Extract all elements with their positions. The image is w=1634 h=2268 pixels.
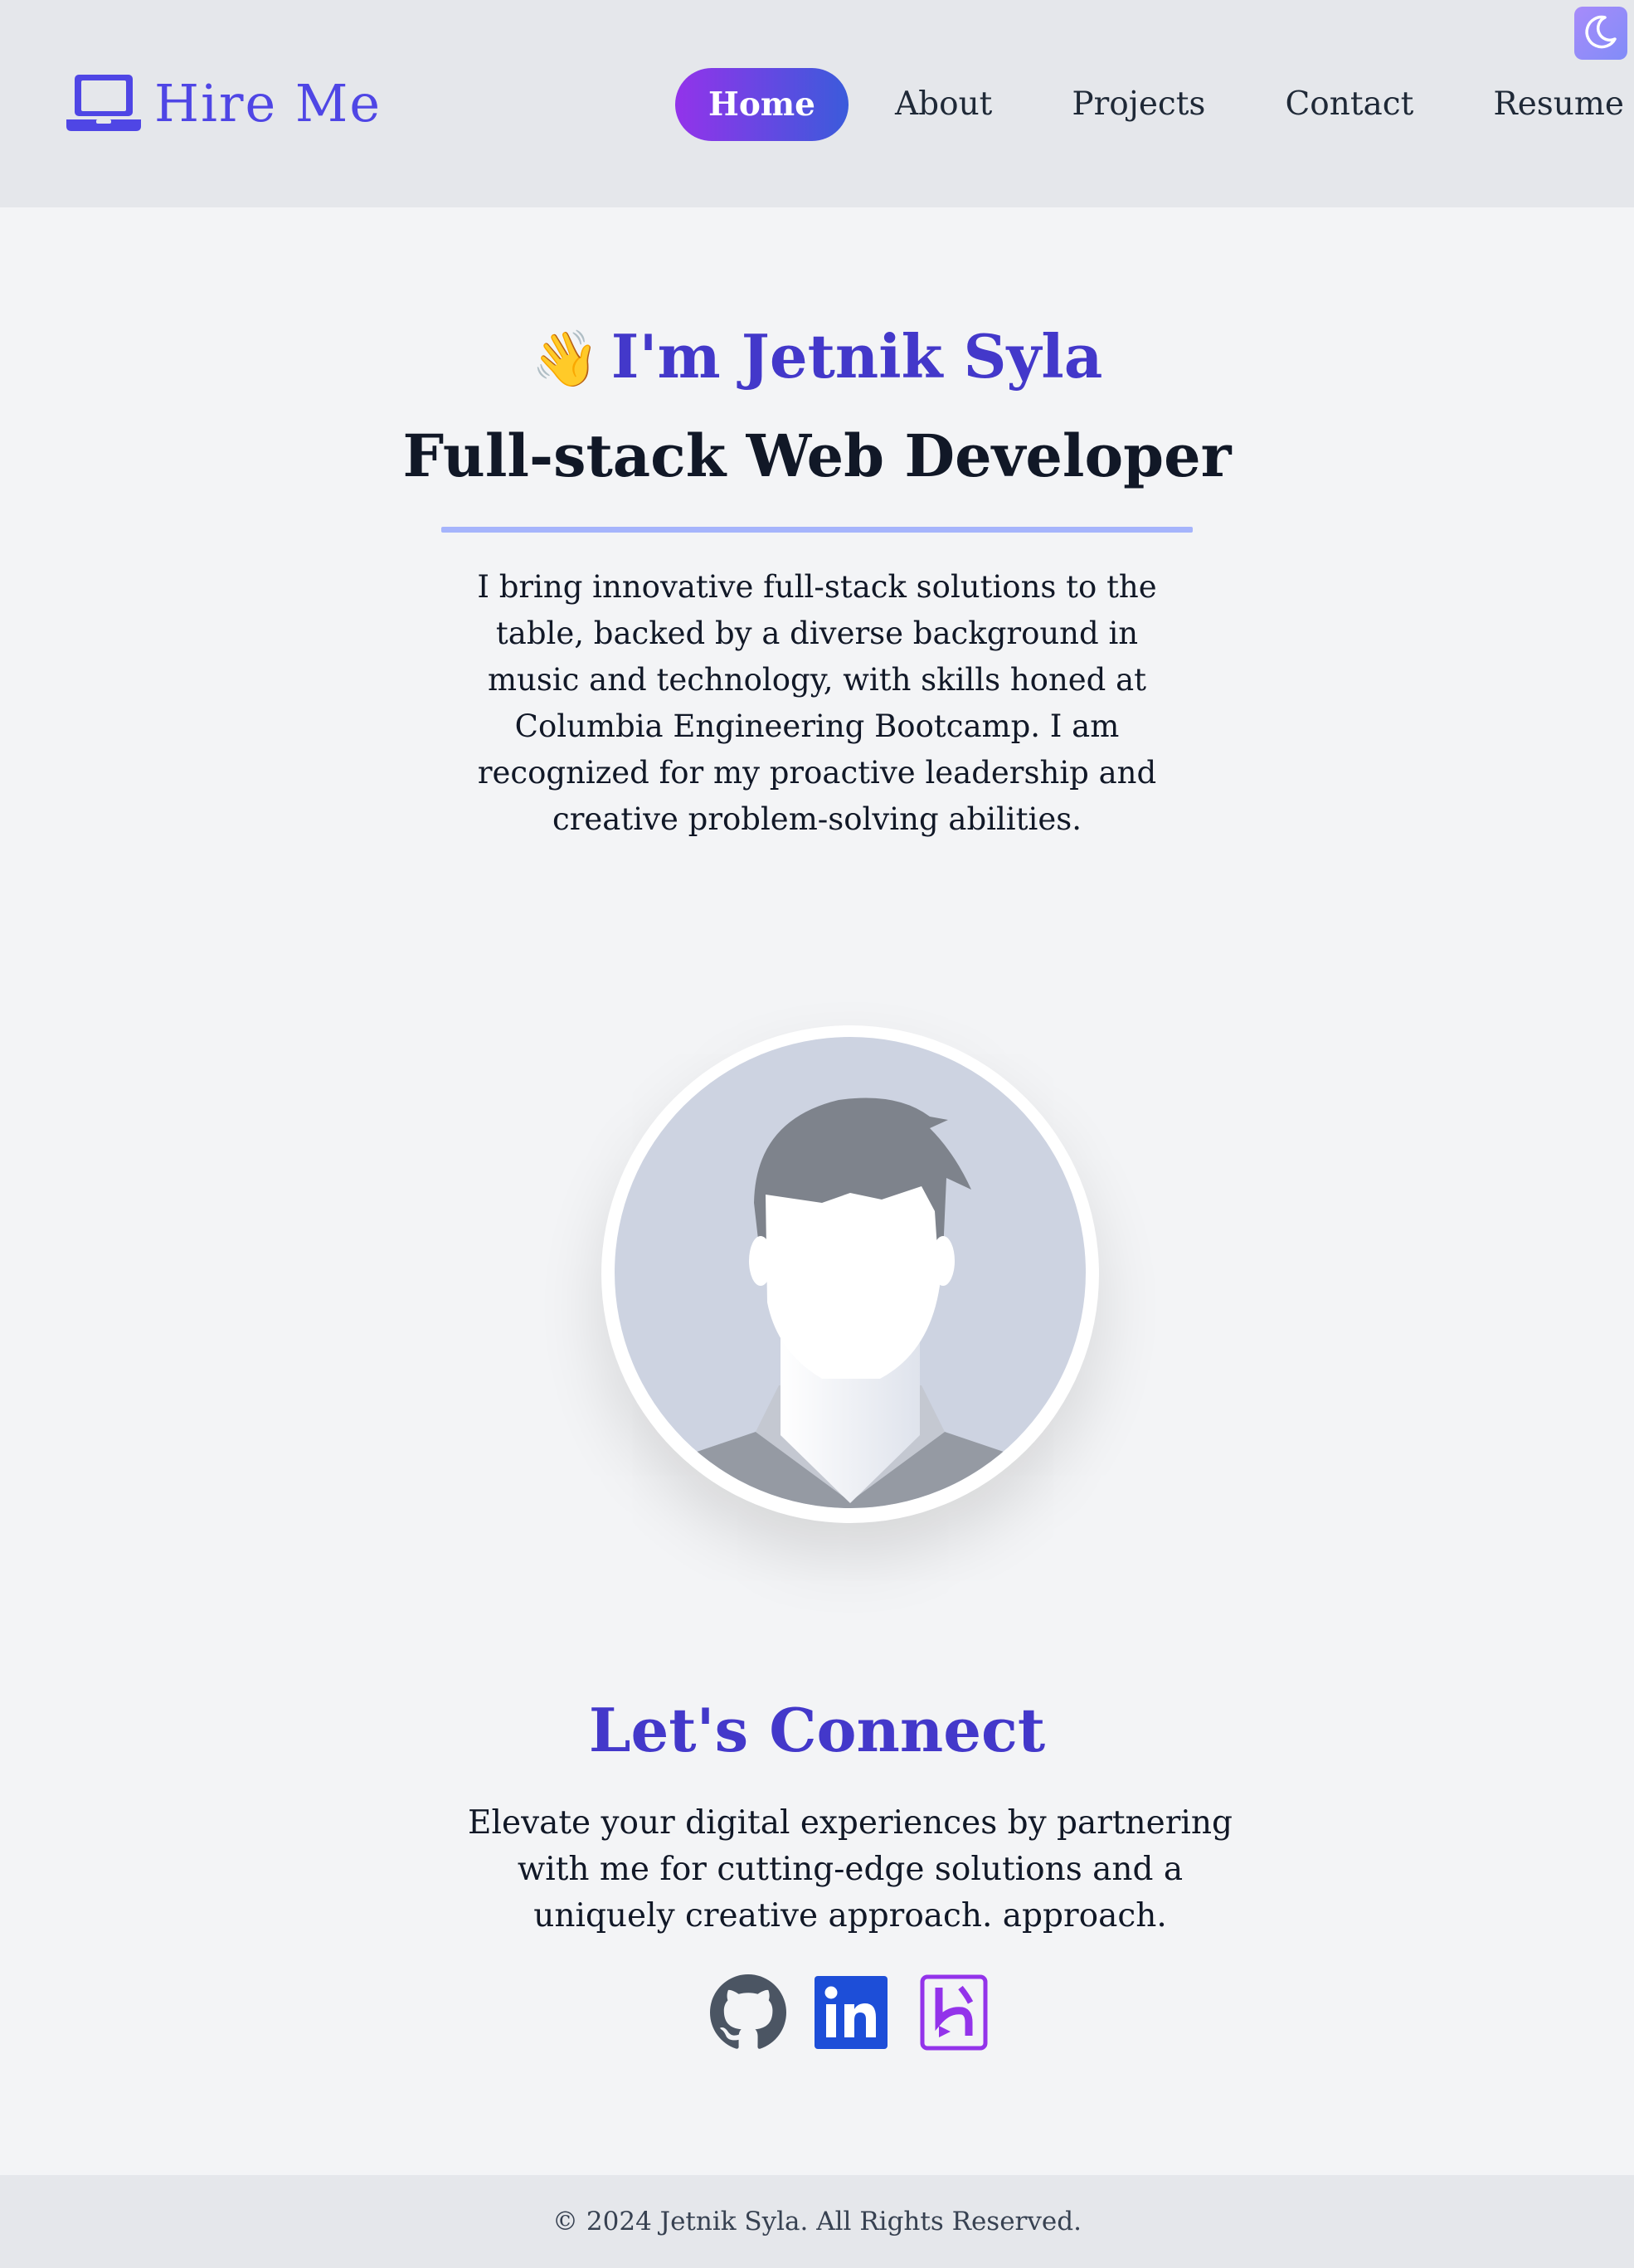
copyright-text: © 2024 Jetnik Syla. All Rights Reserved.	[552, 2207, 1082, 2236]
brand-logo[interactable]: Hire Me	[66, 71, 382, 136]
avatar	[601, 1025, 1099, 1523]
connect-text: Elevate your digital experiences by part…	[468, 1804, 1233, 1935]
nav-resume[interactable]: Resume	[1493, 68, 1624, 141]
nav-home[interactable]: Home	[675, 68, 849, 141]
linkedin-icon	[813, 1974, 889, 2054]
hero-divider	[441, 527, 1193, 533]
heroku-icon	[916, 1974, 992, 2054]
nav-projects[interactable]: Projects	[1072, 68, 1205, 141]
connect-title: Let's Connect	[588, 1695, 1046, 1765]
main-nav: Home About Projects Contact Resume	[675, 68, 1624, 141]
hero-bio: I bring innovative full-stack solutions …	[477, 569, 1157, 837]
default-avatar-icon	[615, 1037, 1086, 1511]
brand-name: Hire Me	[154, 73, 382, 134]
site-footer: © 2024 Jetnik Syla. All Rights Reserved.	[0, 2175, 1634, 2268]
hero-role: Full-stack Web Developer	[402, 421, 1232, 490]
heroku-link[interactable]	[916, 1974, 992, 2054]
laptop-icon	[66, 71, 141, 136]
hero-name: I'm Jetnik Syla	[610, 321, 1103, 392]
waving-hand-icon: 👋	[531, 326, 600, 391]
moon-icon	[1582, 12, 1620, 54]
site-header: Hire Me Home About Projects Contact Resu…	[0, 0, 1634, 207]
social-links	[710, 1974, 992, 2054]
github-link[interactable]	[710, 1974, 786, 2054]
nav-about[interactable]: About	[895, 68, 992, 141]
github-icon	[710, 1974, 786, 2054]
nav-contact[interactable]: Contact	[1285, 68, 1413, 141]
linkedin-link[interactable]	[813, 1976, 889, 2052]
theme-toggle-button[interactable]	[1574, 7, 1627, 60]
hero-greeting: 👋 I'm Jetnik Syla	[0, 315, 1634, 400]
